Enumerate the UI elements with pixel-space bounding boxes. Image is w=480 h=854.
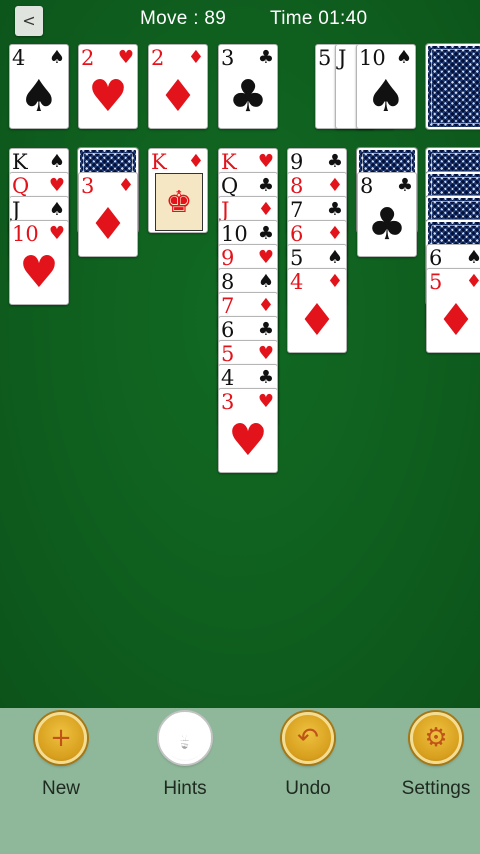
- card-center-suit-icon: ♦: [436, 295, 476, 346]
- card-rank: 5: [429, 270, 443, 294]
- card-suit-icon: ♦: [257, 295, 274, 316]
- card-suit-icon: ♥: [48, 223, 65, 244]
- gear-icon[interactable]: ⚙: [410, 712, 462, 764]
- card-suit-icon: ♥: [257, 391, 274, 412]
- lightbulb-icon[interactable]: 💡: [159, 712, 211, 764]
- toolbar-label: Settings: [401, 778, 471, 799]
- undo-button[interactable]: ↶ Undo: [258, 712, 358, 800]
- playing-card[interactable]: 2 ♦ ♦: [148, 44, 208, 129]
- back-button[interactable]: <: [15, 6, 43, 36]
- card-rank: 4: [12, 46, 26, 70]
- card-suit-icon: ♦: [257, 199, 274, 220]
- card-rank: 2: [151, 46, 165, 70]
- card-suit-icon: ♠: [48, 151, 65, 172]
- card-rank: 10: [12, 222, 39, 246]
- card-suit-icon: ♦: [117, 175, 134, 196]
- card-suit-icon: ♥: [257, 151, 274, 172]
- playing-card[interactable]: 3 ♥ ♥: [218, 388, 278, 473]
- card-center-suit-icon: ♣: [367, 199, 407, 250]
- card-center-suit-icon: ♦: [158, 71, 198, 122]
- undo-icon[interactable]: ↶: [282, 712, 334, 764]
- card-center-suit-icon: ♠: [19, 71, 59, 122]
- card-suit-icon: ♣: [326, 199, 343, 220]
- playing-card[interactable]: 10 ♥ ♥: [9, 220, 69, 305]
- playing-card[interactable]: K ♦ ♚: [148, 148, 208, 233]
- card-rank: 3: [81, 174, 95, 198]
- card-suit-icon: ♠: [395, 47, 412, 68]
- card-center-suit-icon: ♥: [88, 71, 128, 122]
- card-center-suit-icon: ♦: [88, 199, 128, 250]
- toolbar-label: Hints: [163, 778, 207, 799]
- move-counter: Move : 89: [140, 8, 227, 29]
- playing-card[interactable]: 2 ♥ ♥: [78, 44, 138, 129]
- playing-card[interactable]: 5♦♦: [426, 268, 480, 353]
- card-center-suit-icon: ♥: [228, 415, 268, 466]
- playing-card[interactable]: 8 ♣ ♣: [357, 172, 417, 257]
- card-rank: 4: [290, 270, 304, 294]
- settings-button[interactable]: ⚙ Settings: [386, 712, 480, 800]
- card-rank: 3: [221, 390, 235, 414]
- card-rank: 10: [359, 46, 386, 70]
- card-suit-icon: ♥: [257, 247, 274, 268]
- card-suit-icon: ♦: [466, 270, 480, 294]
- playing-card[interactable]: 4 ♦ ♦: [287, 268, 347, 353]
- card-suit-icon: ♦: [187, 47, 204, 68]
- card-suit-icon: ♦: [326, 271, 343, 292]
- new-button[interactable]: + New: [11, 712, 111, 800]
- card-suit-icon: ♠: [48, 199, 65, 220]
- card-suit-icon: ♠: [257, 271, 274, 292]
- playing-card[interactable]: 3 ♦ ♦: [78, 172, 138, 257]
- card-rank: K: [151, 150, 167, 174]
- game-table: < Move : 89 Time 01:40 4♠♠2♥♥2♦♦3♣♣5♣J♣1…: [0, 0, 480, 708]
- card-center-suit-icon: ♦: [297, 295, 337, 346]
- card-suit-icon: ♠: [48, 47, 65, 68]
- card-suit-icon: ♥: [48, 175, 65, 196]
- hints-button[interactable]: 💡 Hints: [135, 712, 235, 800]
- card-suit-icon: ♣: [257, 175, 274, 196]
- card-suit-icon: ♣: [326, 151, 343, 172]
- toolbar-label: Undo: [285, 778, 331, 799]
- card-center-suit-icon: ♣: [228, 71, 268, 122]
- card-suit-icon: ♣: [257, 47, 274, 68]
- card-suit-icon: ♣: [396, 175, 413, 196]
- king-face-icon: ♚: [155, 173, 203, 231]
- card-suit-icon: ♠: [466, 246, 480, 270]
- stock-pile[interactable]: [426, 44, 480, 129]
- card-rank: 5: [318, 46, 332, 70]
- timer: Time 01:40: [270, 8, 368, 29]
- card-suit-icon: ♥: [257, 343, 274, 364]
- card-suit-icon: ♣: [257, 319, 274, 340]
- card-suit-icon: ♣: [257, 367, 274, 388]
- card-suit-icon: ♦: [187, 151, 204, 172]
- card-suit-icon: ♥: [117, 47, 134, 68]
- card-center-suit-icon: ♥: [19, 247, 59, 298]
- toolbar-label: New: [41, 778, 80, 799]
- plus-icon[interactable]: +: [35, 712, 87, 764]
- card-suit-icon: ♦: [326, 223, 343, 244]
- card-suit-icon: ♦: [326, 175, 343, 196]
- card-center-suit-icon: ♠: [366, 71, 406, 122]
- card-suit-icon: ♣: [257, 223, 274, 244]
- card-rank: 2: [81, 46, 95, 70]
- playing-card[interactable]: 10 ♠ ♠: [356, 44, 416, 129]
- playing-card[interactable]: 3 ♣ ♣: [218, 44, 278, 129]
- card-suit-icon: ♠: [326, 247, 343, 268]
- playing-card[interactable]: 4 ♠ ♠: [9, 44, 69, 129]
- card-rank: 8: [360, 174, 374, 198]
- card-rank: J: [338, 46, 347, 70]
- card-rank: 3: [221, 46, 235, 70]
- bottom-toolbar: + New 💡 Hints ↶ Undo ⚙ Settings: [0, 708, 480, 854]
